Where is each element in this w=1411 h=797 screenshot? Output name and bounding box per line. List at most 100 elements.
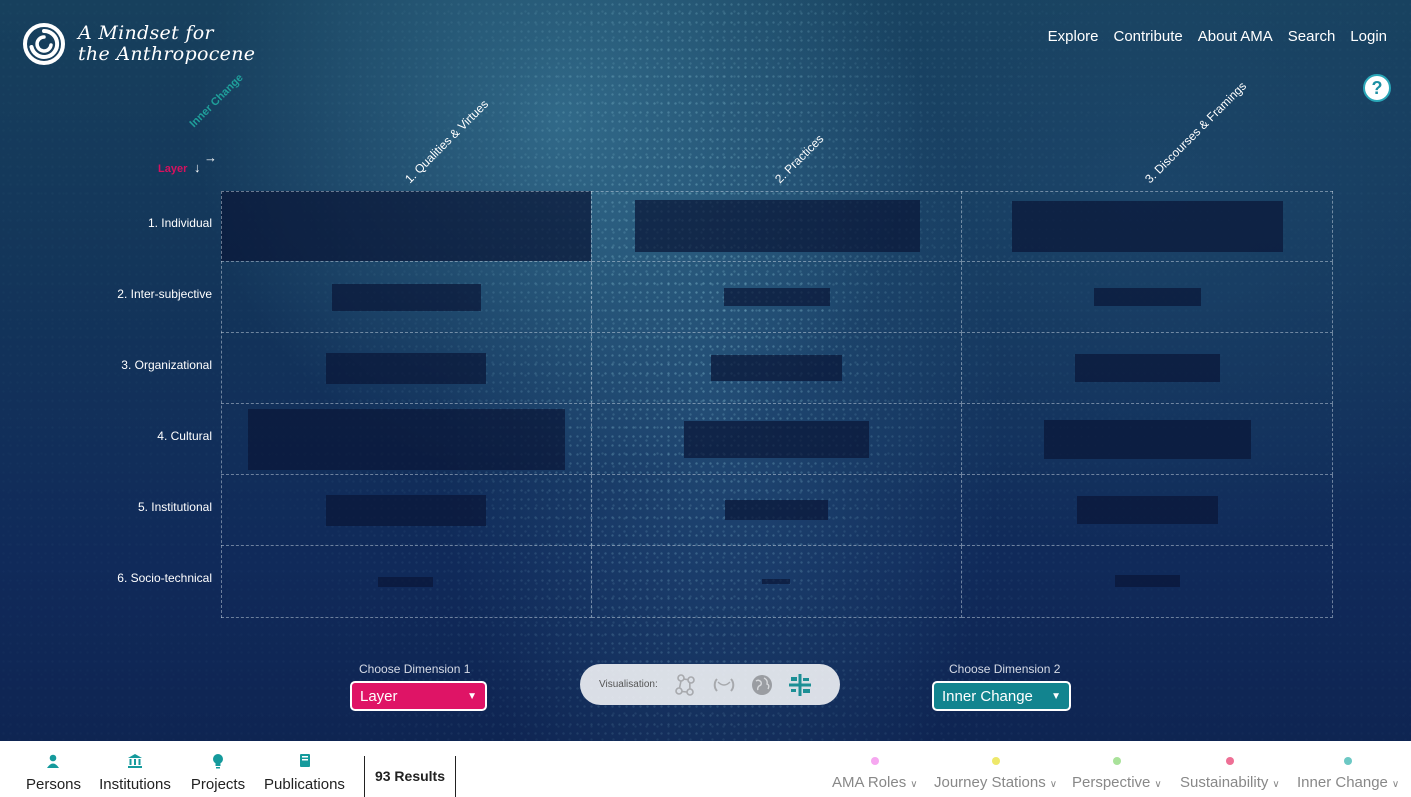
matrix-cell[interactable]	[592, 404, 962, 475]
filter-journey-stations[interactable]: Journey Stations ∨	[934, 757, 1057, 791]
tab-institutions[interactable]: Institutions	[99, 753, 171, 793]
dimension-1-label: Choose Dimension 1	[359, 662, 471, 676]
matrix-bar	[725, 500, 828, 520]
tab-persons[interactable]: Persons	[26, 753, 82, 793]
help-icon: ?	[1371, 77, 1383, 98]
brand-line-2: the Anthropocene	[78, 43, 256, 65]
matrix-cell[interactable]	[962, 333, 1333, 404]
row-header-organizational[interactable]: 3. Organizational	[121, 358, 212, 372]
matrix-cell[interactable]	[221, 404, 592, 475]
matrix-cell[interactable]	[962, 404, 1333, 475]
chevron-down-icon: ∨	[910, 779, 918, 790]
chevron-down-icon: ∨	[1049, 779, 1058, 790]
matrix-bar	[1115, 575, 1180, 587]
institution-icon	[99, 753, 171, 773]
matrix-cell[interactable]	[221, 191, 592, 262]
tab-label: Persons	[26, 776, 82, 793]
filter-label: Sustainability	[1180, 774, 1269, 791]
matrix-bar	[1094, 288, 1201, 306]
site-logo[interactable]: A Mindset for the Anthropocene	[22, 22, 255, 66]
tab-label: Publications	[264, 776, 345, 793]
filter-ama-roles[interactable]: AMA Roles ∨	[832, 757, 918, 791]
column-header-discourses[interactable]: 3. Discourses & Framings	[1142, 79, 1249, 186]
row-header-individual[interactable]: 1. Individual	[148, 216, 212, 230]
row-header-institutional[interactable]: 5. Institutional	[138, 500, 212, 514]
matrix-cell[interactable]	[221, 546, 592, 618]
tab-publications[interactable]: Publications	[264, 753, 345, 793]
filter-sustainability[interactable]: Sustainability ∨	[1180, 757, 1280, 791]
filter-color-dot	[870, 757, 879, 765]
matrix-cell[interactable]	[592, 333, 962, 404]
matrix-bar	[1077, 496, 1218, 524]
chord-icon[interactable]	[710, 671, 738, 699]
network-icon[interactable]	[672, 671, 700, 699]
filter-color-dot	[1112, 757, 1121, 765]
column-header-practices[interactable]: 2. Practices	[772, 132, 826, 186]
chevron-down-icon: ∨	[1391, 779, 1400, 790]
matrix-cell[interactable]	[592, 475, 962, 546]
brand-name: A Mindset for the Anthropocene	[78, 23, 255, 65]
column-axis-label: Inner Change	[187, 71, 246, 130]
filter-inner-change[interactable]: Inner Change ∨	[1297, 757, 1399, 791]
main-nav: Explore Contribute About AMA Search Logi…	[1048, 28, 1387, 45]
row-axis-arrow-icon: ↓	[194, 160, 201, 175]
matrix-cell[interactable]	[592, 546, 962, 618]
brand-line-1: A Mindset for	[78, 22, 214, 44]
matrix-cell[interactable]	[962, 475, 1333, 546]
nav-explore[interactable]: Explore	[1048, 28, 1099, 45]
matrix-bar	[221, 191, 591, 261]
chevron-down-icon: ▼	[1051, 690, 1061, 702]
matrix-bar	[378, 577, 433, 587]
chevron-down-icon: ∨	[1272, 779, 1280, 790]
column-header-qualities[interactable]: 1. Qualities & Virtues	[402, 97, 491, 186]
results-count: 93 Results	[364, 756, 456, 797]
nav-contribute[interactable]: Contribute	[1114, 28, 1183, 45]
dimension-1-select[interactable]: Layer ▼	[350, 681, 487, 711]
matrix-cell[interactable]	[221, 333, 592, 404]
nav-about[interactable]: About AMA	[1198, 28, 1273, 45]
row-header-socio-technical[interactable]: 6. Socio-technical	[117, 571, 212, 585]
filter-color-dot	[1225, 757, 1234, 765]
matrix-grid	[221, 191, 1333, 618]
tab-label: Projects	[190, 776, 246, 793]
lightbulb-icon	[190, 753, 246, 773]
matrix-cell[interactable]	[962, 191, 1333, 262]
matrix-cell[interactable]	[221, 475, 592, 546]
chevron-down-icon: ▼	[467, 690, 477, 702]
chevron-down-icon: ∨	[1154, 779, 1162, 790]
matrix-bar	[684, 421, 869, 458]
row-header-inter-subjective[interactable]: 2. Inter-subjective	[117, 287, 212, 301]
matrix-icon[interactable]	[786, 671, 814, 699]
book-icon	[264, 753, 345, 773]
help-button[interactable]: ?	[1363, 74, 1391, 102]
footer-bar: Persons Institutions Projects Publicatio…	[0, 741, 1411, 797]
matrix-bar	[1075, 354, 1220, 382]
matrix-bar	[332, 284, 481, 311]
filter-label: Inner Change	[1297, 774, 1388, 791]
dimension-2-value: Inner Change	[942, 687, 1033, 705]
tab-projects[interactable]: Projects	[190, 753, 246, 793]
matrix-cell[interactable]	[592, 262, 962, 333]
matrix-bar	[1012, 201, 1283, 252]
row-header-cultural[interactable]: 4. Cultural	[157, 429, 212, 443]
matrix-bar	[248, 409, 565, 470]
matrix-cell[interactable]	[592, 191, 962, 262]
visualisation-label: Visualisation:	[599, 679, 658, 690]
matrix-bar	[762, 579, 790, 584]
matrix-cell[interactable]	[962, 262, 1333, 333]
row-axis-label: Layer	[158, 163, 188, 175]
person-icon	[26, 753, 80, 773]
filter-color-dot	[1344, 757, 1353, 765]
column-axis-arrow-icon: →	[204, 150, 217, 165]
matrix-bar	[326, 495, 486, 526]
nav-search[interactable]: Search	[1288, 28, 1336, 45]
filter-perspective[interactable]: Perspective ∨	[1072, 757, 1162, 791]
matrix-cell[interactable]	[962, 546, 1333, 618]
dimension-2-select[interactable]: Inner Change ▼	[932, 681, 1071, 711]
matrix-bar	[1044, 420, 1251, 459]
dimension-1-value: Layer	[360, 687, 398, 705]
filter-label: AMA Roles	[832, 774, 907, 791]
nav-login[interactable]: Login	[1350, 28, 1387, 45]
matrix-cell[interactable]	[221, 262, 592, 333]
globe-icon[interactable]	[748, 671, 776, 699]
